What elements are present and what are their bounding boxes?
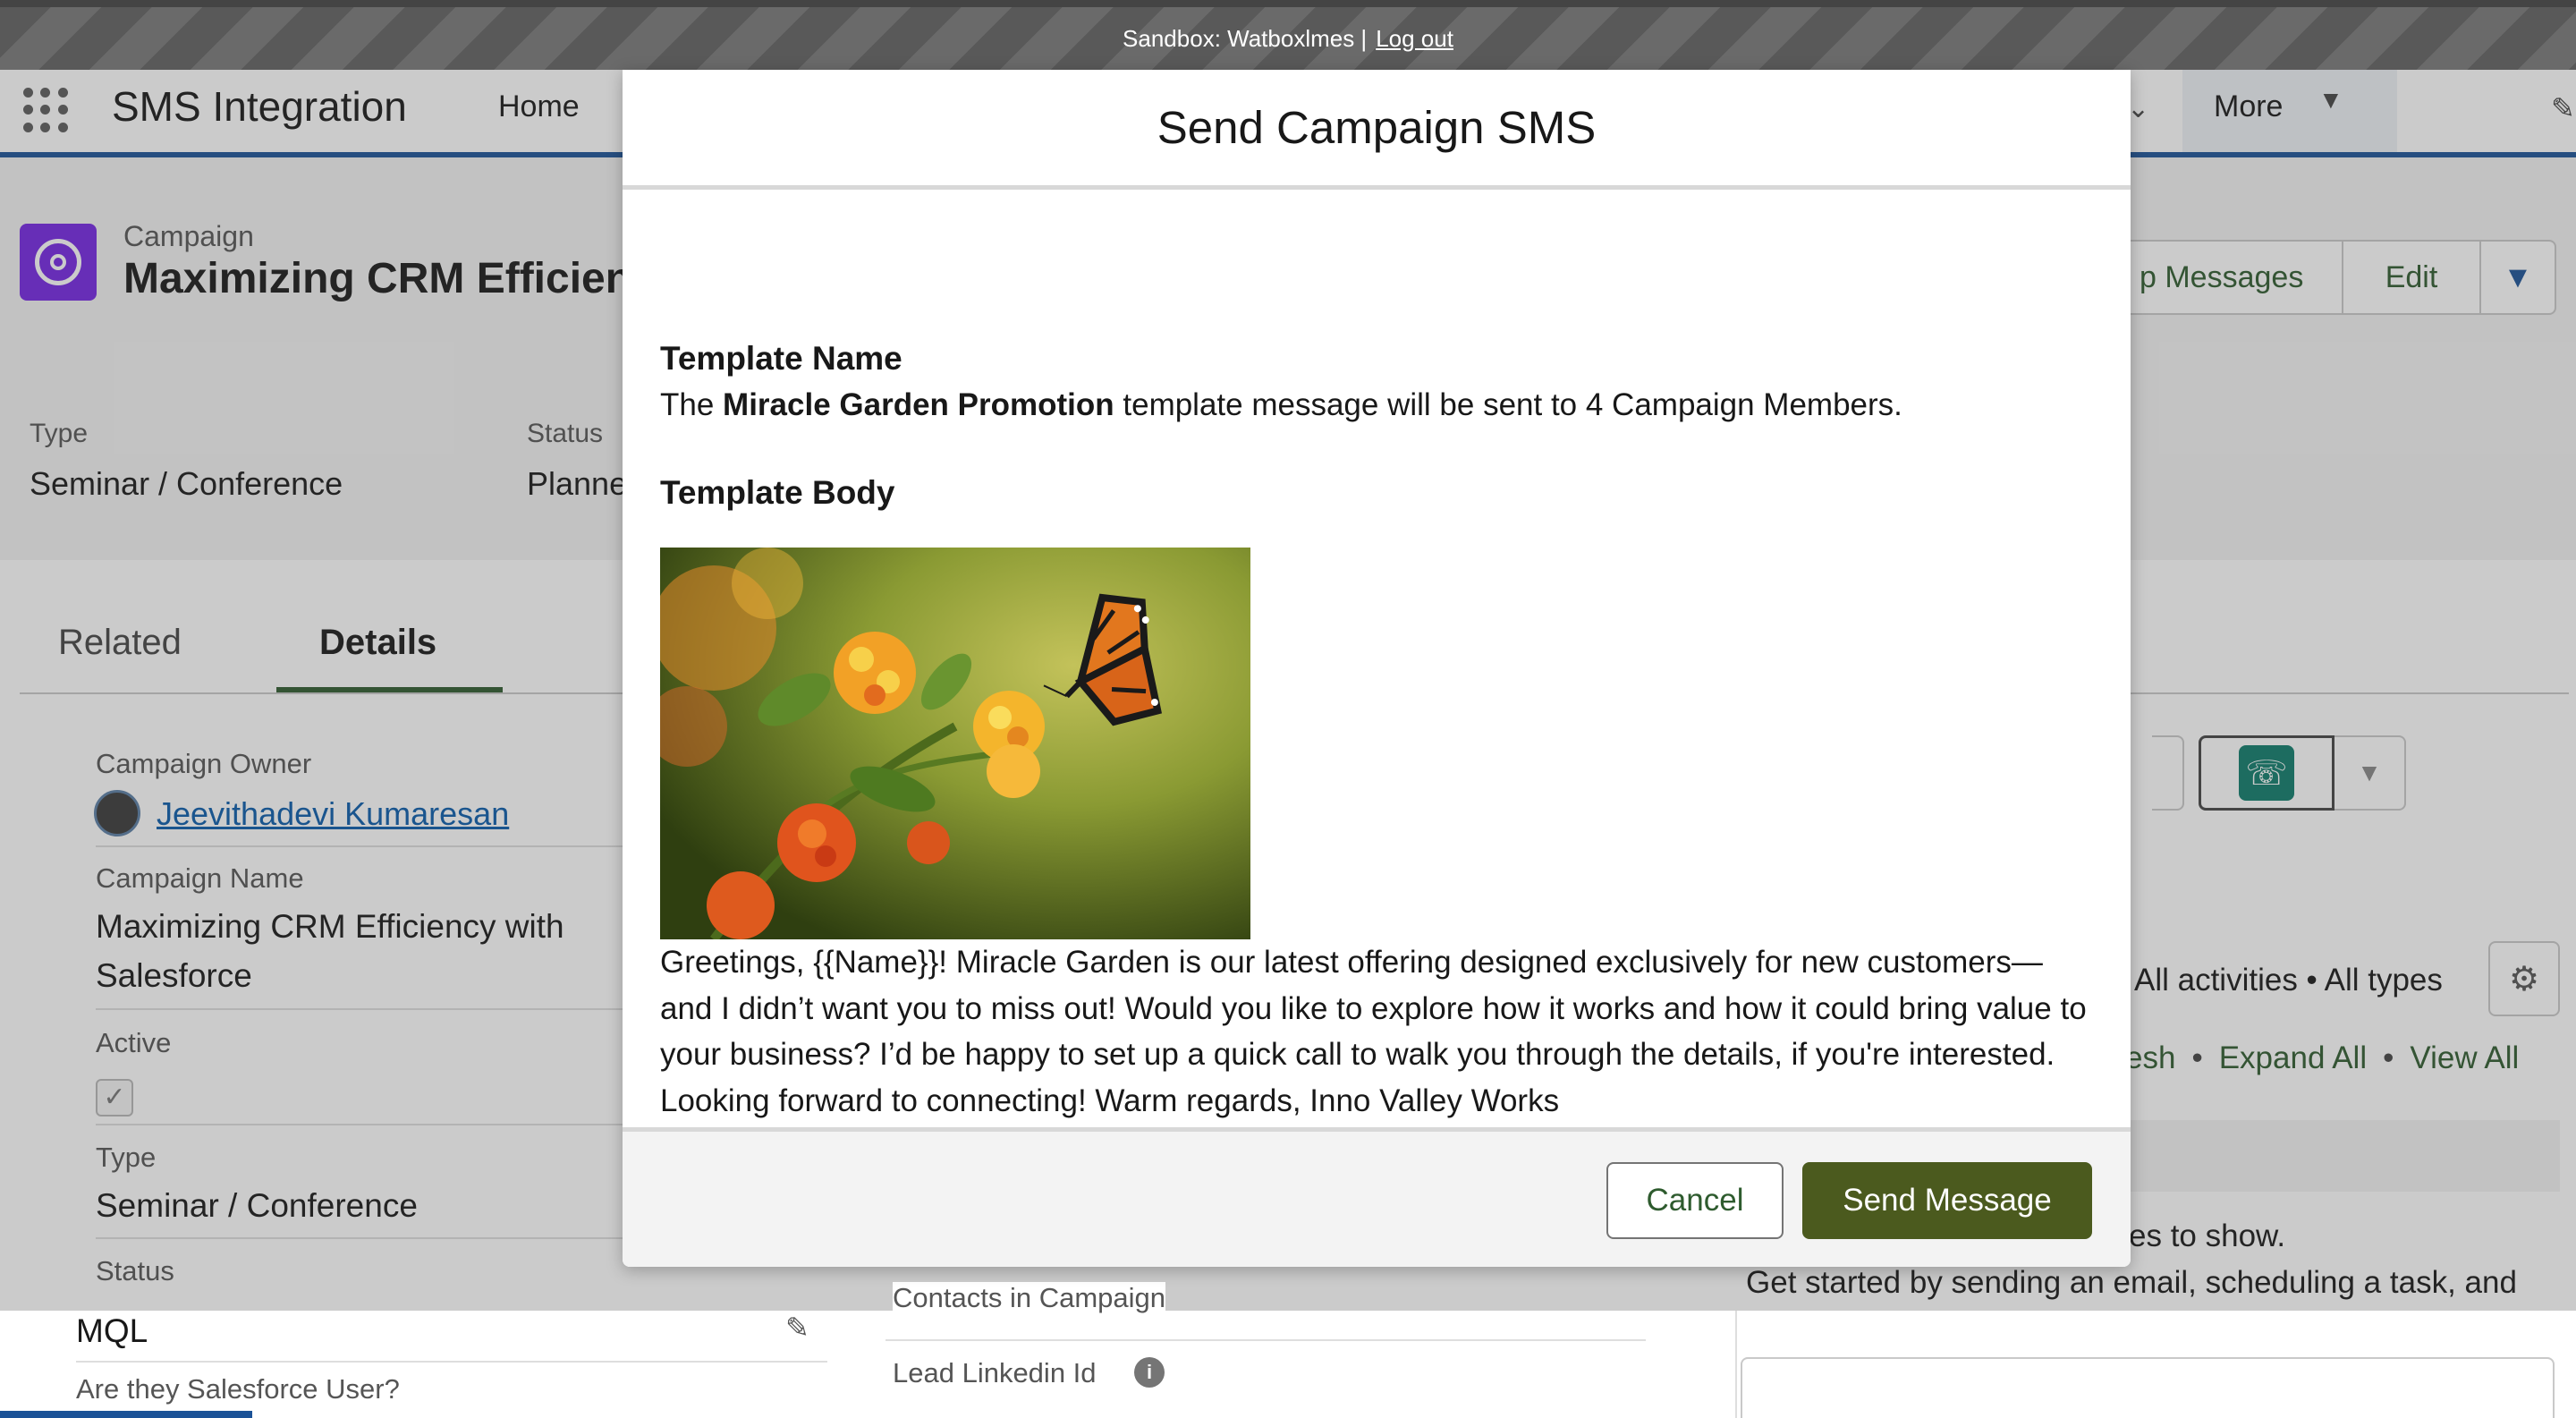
template-image	[660, 548, 1250, 939]
contacts-in-campaign-label: Contacts in Campaign	[893, 1282, 1165, 1314]
logout-link[interactable]: Log out	[1376, 25, 1453, 53]
summary-prefix: The	[660, 387, 715, 422]
column-divider	[1735, 1311, 1737, 1418]
activity-card	[1741, 1357, 2555, 1418]
template-name-value: Miracle Garden Promotion	[723, 387, 1114, 422]
divider	[76, 1361, 827, 1363]
template-name-heading: Template Name	[660, 340, 902, 377]
template-body-text: Greetings, {{Name}}! Miracle Garden is o…	[660, 945, 2087, 1118]
salesforce-user-label: Are they Salesforce User?	[76, 1373, 400, 1405]
modal-header: Send Campaign SMS	[623, 70, 2131, 190]
butterfly-flower-image	[660, 548, 1250, 939]
send-message-button[interactable]: Send Message	[1802, 1162, 2092, 1239]
modal-footer: Cancel Send Message	[623, 1127, 2131, 1267]
template-summary: The Miracle Garden Promotion template me…	[660, 387, 1902, 423]
lead-linkedin-label: Lead Linkedin Id	[893, 1357, 1097, 1388]
modal-title: Send Campaign SMS	[1157, 102, 1597, 153]
info-icon[interactable]: i	[1134, 1357, 1165, 1388]
sandbox-label: Sandbox: Watboxlmes |	[1123, 24, 1368, 52]
send-campaign-sms-modal: Send Campaign SMS Template Name The Mira…	[623, 70, 2131, 1267]
cancel-button[interactable]: Cancel	[1606, 1162, 1784, 1239]
summary-suffix: template message will be sent to 4 Campa…	[1123, 387, 1902, 422]
edit-pencil-icon[interactable]: ✎	[785, 1311, 809, 1345]
sandbox-banner: Sandbox: Watboxlmes | Log out	[0, 0, 2576, 70]
mql-value: MQL	[76, 1312, 148, 1349]
page-bottom-fields: Contacts in Campaign MQL ✎ Are they Sale…	[0, 1282, 2576, 1418]
template-body-heading: Template Body	[660, 474, 895, 511]
scroll-indicator	[0, 1411, 252, 1418]
divider	[886, 1339, 1646, 1341]
